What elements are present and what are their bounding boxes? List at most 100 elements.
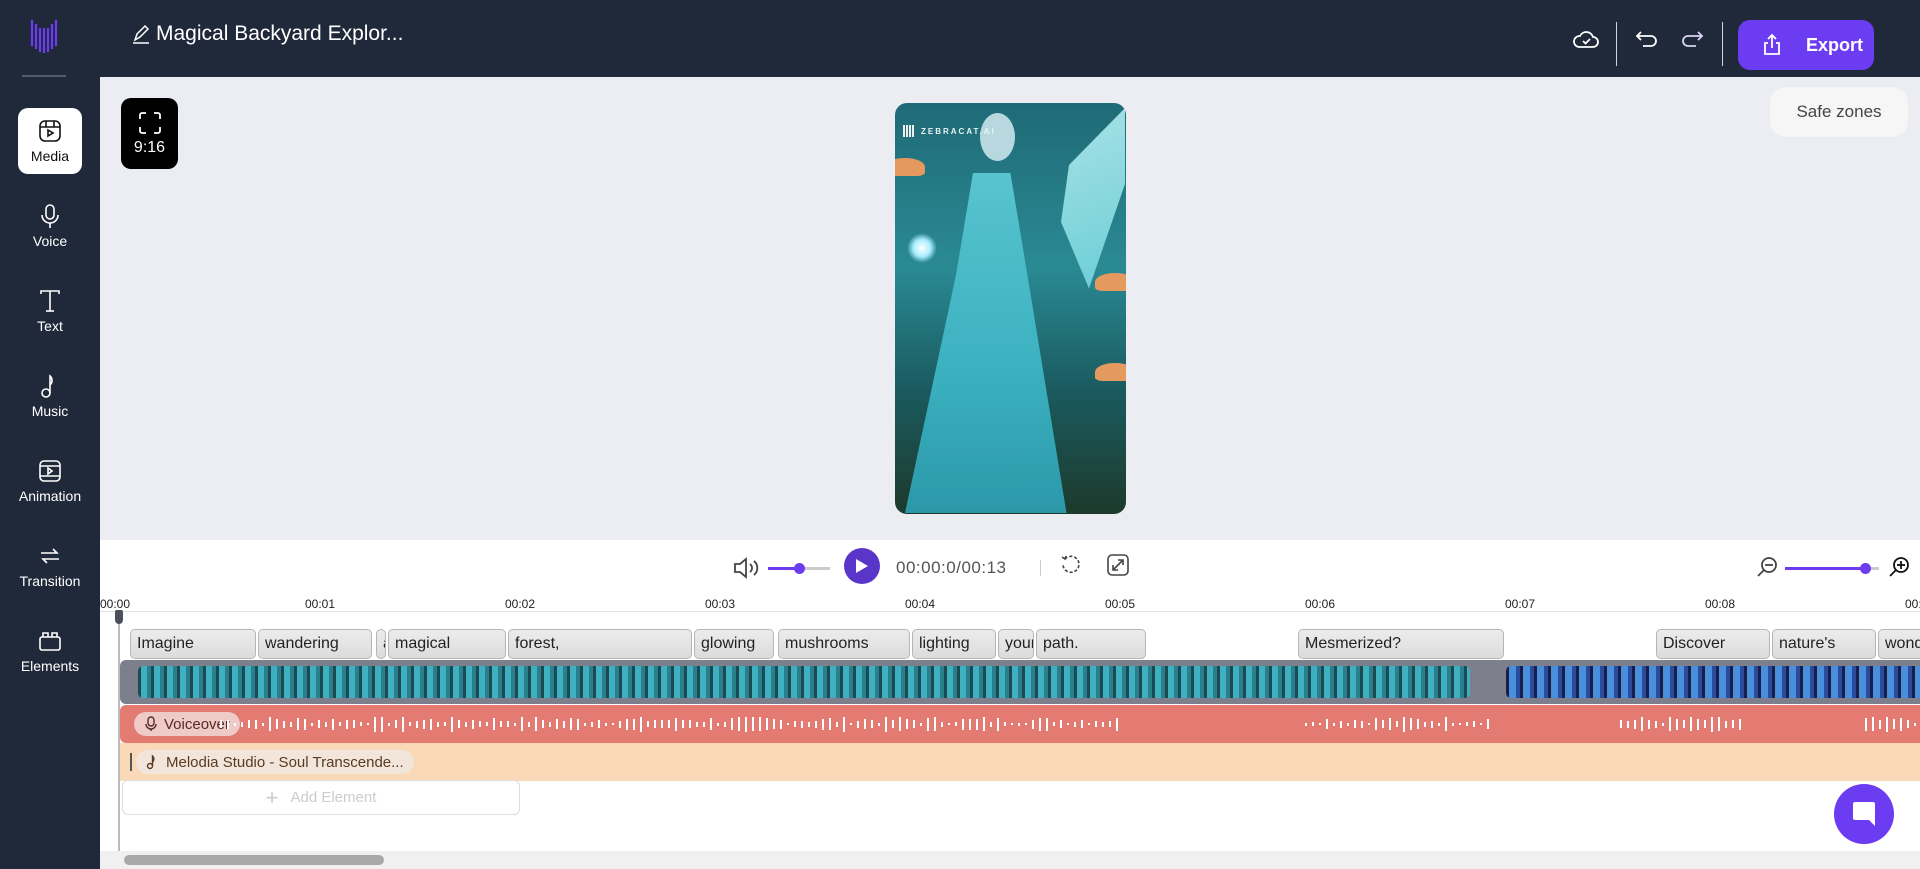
volume-icon[interactable] <box>732 556 762 580</box>
cloud-saved-icon[interactable] <box>1572 26 1600 54</box>
waveform-bar <box>745 716 747 732</box>
replay-icon[interactable] <box>1060 554 1082 576</box>
waveform-bar <box>220 720 222 728</box>
slider-knob[interactable] <box>1859 563 1871 574</box>
waveform-bar <box>696 721 698 727</box>
waveform-bar <box>1333 722 1335 726</box>
waveform-bar <box>283 720 285 728</box>
waveform-bar <box>1046 717 1048 731</box>
waveform-bar <box>269 717 271 731</box>
caption-word[interactable]: magical <box>388 629 506 659</box>
trim-handle[interactable] <box>130 753 132 771</box>
waveform-bar <box>339 722 341 726</box>
export-button[interactable]: Export <box>1738 20 1874 70</box>
zoom-out-icon[interactable] <box>1756 556 1778 578</box>
waveform-bar <box>1627 720 1629 728</box>
timeline-zoom-slider[interactable] <box>1785 563 1879 574</box>
zoom-in-icon[interactable] <box>1888 556 1910 578</box>
waveform-bar <box>682 720 684 728</box>
waveform-bar <box>948 723 950 725</box>
sidebar-item-text[interactable]: Text <box>18 278 82 344</box>
waveform-bar <box>1025 723 1027 725</box>
voiceover-track[interactable]: Voiceover <box>120 705 1920 743</box>
caption-word[interactable]: your <box>998 629 1034 659</box>
slider-fill <box>1785 567 1865 570</box>
video-preview[interactable]: ZEBRACAT.AI <box>895 103 1126 514</box>
sidebar-item-voice[interactable]: Voice <box>18 193 82 259</box>
waveform-bar <box>920 722 922 726</box>
project-title[interactable]: Magical Backyard Explor... <box>132 22 403 46</box>
waveform-bar <box>864 719 866 729</box>
waveform-bar <box>276 719 278 729</box>
caption-word[interactable]: glowing <box>694 629 774 659</box>
caption-word[interactable]: wonders <box>1878 629 1920 659</box>
waveform-bar <box>437 721 439 727</box>
microphone-icon <box>41 204 59 228</box>
undo-icon[interactable] <box>1633 26 1661 54</box>
sidebar-item-transition[interactable]: Transition <box>18 533 82 599</box>
waveform-bar <box>955 722 957 726</box>
waveform-bar <box>983 717 985 731</box>
ruler-tick-label: 00:00 <box>100 597 131 611</box>
waveform-bar <box>381 716 383 732</box>
waveform-bar <box>563 720 565 728</box>
video-track[interactable] <box>120 660 1920 704</box>
aspect-ratio-button[interactable]: 9:16 <box>121 98 178 169</box>
waveform-bar <box>444 722 446 726</box>
video-clip[interactable] <box>1506 666 1920 698</box>
waveform-bar <box>752 717 754 731</box>
ruler-tick-label: 00:08 <box>1704 597 1736 611</box>
slider-knob[interactable] <box>794 563 805 574</box>
add-element-button[interactable]: + Add Element <box>122 780 520 815</box>
waveform-bar <box>332 718 334 730</box>
waveform-bar <box>1879 719 1881 729</box>
waveform-bar <box>997 717 999 731</box>
caption-word[interactable]: path. <box>1036 629 1146 659</box>
redo-icon[interactable] <box>1678 26 1706 54</box>
waveform-bar <box>500 721 502 727</box>
scrollbar-thumb[interactable] <box>124 855 384 865</box>
waveform-bar <box>1711 716 1713 732</box>
film-icon <box>39 460 61 482</box>
caption-word[interactable]: wandering <box>258 629 372 659</box>
volume-slider[interactable] <box>768 563 830 574</box>
waveform-bar <box>1081 720 1083 728</box>
caption-word[interactable]: a <box>376 629 386 659</box>
fullscreen-icon[interactable] <box>1107 554 1129 576</box>
caption-word[interactable]: mushrooms <box>778 629 910 659</box>
waveform-bar <box>1032 719 1034 729</box>
safe-zones-button[interactable]: Safe zones <box>1770 87 1908 137</box>
video-clip[interactable] <box>138 666 1470 698</box>
waveform-bar <box>878 722 880 726</box>
caption-word[interactable]: forest, <box>508 629 692 659</box>
sidebar-item-elements[interactable]: Elements <box>18 618 82 684</box>
caption-word[interactable]: Mesmerized? <box>1298 629 1504 659</box>
ruler-tick-label: 00:02 <box>504 597 536 611</box>
playhead-handle[interactable] <box>115 610 123 624</box>
caption-word[interactable]: Imagine <box>130 629 256 659</box>
frame-icon <box>138 111 161 134</box>
caption-word[interactable]: nature's <box>1772 629 1876 659</box>
waveform-bar <box>374 716 376 732</box>
waveform-bar <box>1452 722 1454 726</box>
sidebar-item-label: Animation <box>18 488 82 504</box>
sidebar-item-media[interactable]: Media <box>18 108 82 174</box>
waveform-bar <box>346 719 348 729</box>
sidebar-item-label: Media <box>30 148 70 164</box>
mushroom <box>895 158 925 176</box>
sidebar-item-animation[interactable]: Animation <box>18 448 82 514</box>
waveform-bar <box>297 718 299 730</box>
media-icon <box>39 120 61 142</box>
waveform-bar <box>1480 723 1482 725</box>
waveform-bar <box>619 720 621 728</box>
waveform-bar <box>1886 716 1888 732</box>
chat-button[interactable] <box>1834 784 1894 844</box>
timeline-ruler[interactable]: 00:00 00:01 00:02 00:03 00:04 00:05 00:06 00:07… <box>100 590 1920 612</box>
music-track[interactable]: Melodia Studio - Soul Transcende... <box>120 743 1920 781</box>
waveform-bar <box>465 721 467 727</box>
sidebar-item-music[interactable]: Music <box>18 363 82 429</box>
caption-word[interactable]: lighting <box>912 629 996 659</box>
play-button[interactable] <box>844 548 880 584</box>
waveform-bar <box>1417 719 1419 729</box>
caption-word[interactable]: Discover <box>1656 629 1770 659</box>
